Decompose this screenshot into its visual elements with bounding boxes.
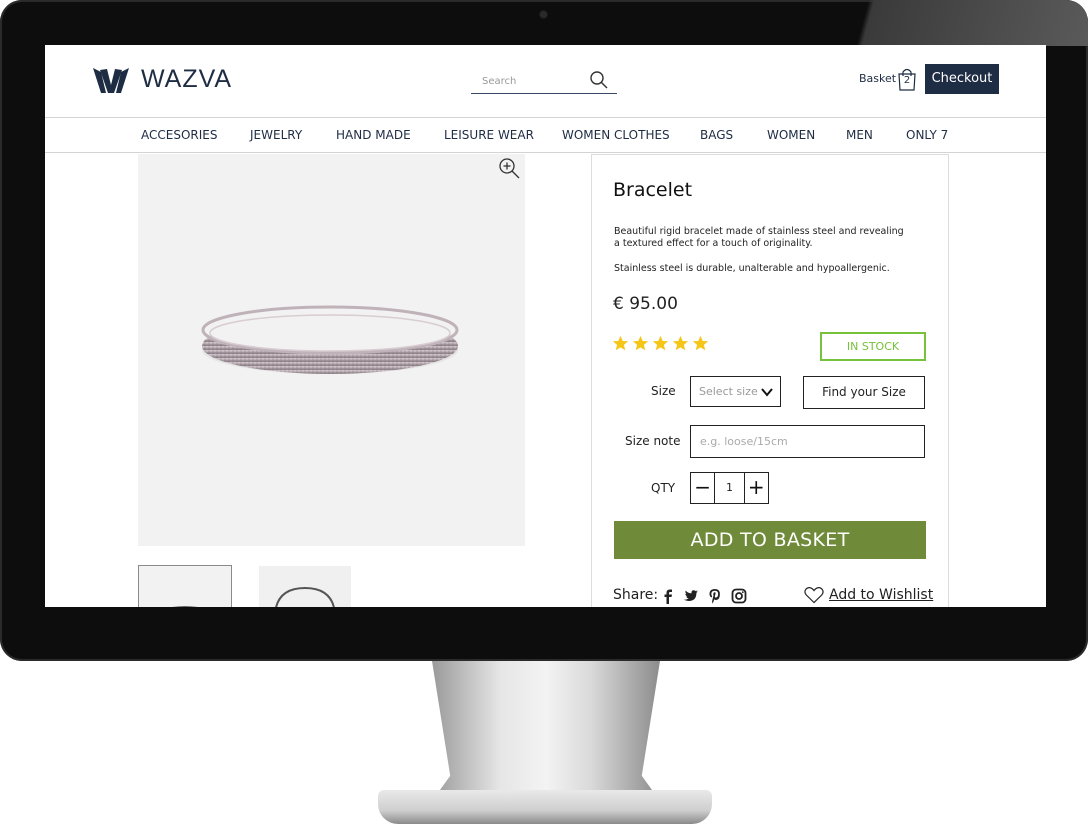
add-to-wishlist-link[interactable]: Add to Wishlist	[804, 586, 933, 604]
product-title: Bracelet	[613, 179, 693, 201]
product-thumbnail-2[interactable]	[259, 566, 351, 607]
nav-item-only-7[interactable]: ONLY 7	[906, 118, 948, 152]
product-thumbnail-1[interactable]	[138, 565, 232, 607]
qty-value[interactable]: 1	[714, 473, 745, 503]
thumbnail-bracelet-image	[275, 586, 335, 607]
basket-count: 2	[903, 75, 911, 86]
qty-label: QTY	[651, 481, 676, 495]
monitor-stand-neck	[432, 661, 660, 801]
checkout-button[interactable]: Checkout	[925, 64, 999, 94]
size-label: Size	[651, 384, 676, 398]
stock-status-badge: IN STOCK	[820, 332, 926, 361]
size-select[interactable]: Select size	[690, 376, 781, 407]
heart-icon	[804, 587, 824, 604]
instagram-icon[interactable]	[731, 588, 747, 604]
search-icon[interactable]	[589, 70, 609, 90]
quantity-stepper: − 1 +	[690, 472, 769, 504]
facebook-icon[interactable]	[660, 588, 676, 604]
nav-item-women-clothes[interactable]: WOMEN CLOTHES	[562, 118, 670, 152]
screen: WAZVA Basket 2 Checkout ACCESORIES JEWEL…	[45, 45, 1046, 607]
basket-button[interactable]: 2	[897, 67, 917, 91]
nav-item-bags[interactable]: BAGS	[700, 118, 733, 152]
monitor-stand-base	[378, 790, 712, 824]
bezel-gloss	[818, 0, 1088, 46]
star-icon	[632, 335, 649, 351]
pinterest-icon[interactable]	[707, 588, 723, 604]
logo[interactable]: WAZVA	[91, 65, 232, 94]
product-main-image[interactable]	[138, 154, 525, 546]
qty-increment-button[interactable]: +	[745, 473, 768, 503]
search-bar	[471, 69, 617, 94]
product-price: € 95.00	[613, 294, 678, 314]
monitor-bezel: WAZVA Basket 2 Checkout ACCESORIES JEWEL…	[0, 0, 1088, 661]
wishlist-label: Add to Wishlist	[829, 587, 934, 603]
nav-item-leisure-wear[interactable]: LEISURE WEAR	[444, 118, 534, 152]
logo-mark-icon	[93, 67, 129, 93]
nav-item-accesories[interactable]: ACCESORIES	[141, 118, 217, 152]
star-icon	[612, 335, 629, 351]
share-label: Share:	[613, 587, 659, 603]
zoom-in-icon[interactable]	[498, 157, 520, 179]
product-description: Beautiful rigid bracelet made of stainle…	[614, 226, 904, 249]
nav-item-men[interactable]: MEN	[846, 118, 873, 152]
nav-item-women[interactable]: WOMEN	[767, 118, 815, 152]
nav-item-jewelry[interactable]: JEWELRY	[250, 118, 302, 152]
category-nav: ACCESORIES JEWELRY HAND MADE LEISURE WEA…	[45, 117, 1046, 153]
qty-decrement-button[interactable]: −	[691, 473, 714, 503]
basket-link[interactable]: Basket	[859, 72, 896, 85]
camera	[540, 11, 547, 18]
product-description-material: Stainless steel is durable, unalterable …	[614, 263, 890, 274]
star-icon	[672, 335, 689, 351]
chevron-down-icon	[761, 388, 773, 397]
add-to-basket-button[interactable]: ADD TO BASKET	[614, 521, 926, 559]
search-input[interactable]	[471, 70, 592, 93]
size-note-input[interactable]	[690, 425, 925, 458]
bracelet-image	[201, 305, 459, 374]
rating-stars	[612, 335, 709, 352]
nav-item-hand-made[interactable]: HAND MADE	[336, 118, 411, 152]
find-your-size-button[interactable]: Find your Size	[803, 376, 925, 409]
star-icon	[692, 335, 709, 351]
size-select-value: Select size	[699, 385, 758, 398]
star-icon	[652, 335, 669, 351]
size-note-label: Size note	[625, 434, 681, 448]
logo-text: WAZVA	[141, 65, 233, 93]
thumbnail-bracelet-image	[171, 606, 199, 607]
twitter-icon[interactable]	[683, 588, 699, 604]
